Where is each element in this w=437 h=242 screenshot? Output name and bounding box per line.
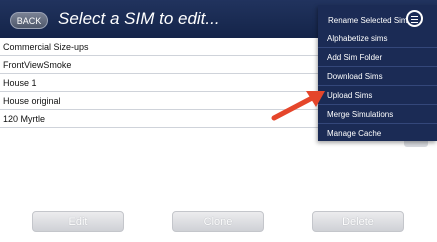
delete-button[interactable]: Delete [312, 211, 404, 232]
menu-item-label: Upload Sims [327, 91, 373, 100]
annotation-arrow-icon [271, 91, 325, 121]
hamburger-icon [411, 21, 418, 23]
menu-item-label: Rename Selected Sim [328, 16, 408, 25]
hamburger-icon [411, 18, 418, 20]
menu-item-label: Alphabetize sims [327, 34, 388, 43]
menu-item-manage-cache[interactable]: Manage Cache [318, 124, 437, 143]
menu-item-label: Merge Simulations [327, 110, 394, 119]
menu-item-download-sims[interactable]: Download Sims [318, 67, 437, 86]
menu-item-merge-simulations[interactable]: Merge Simulations [318, 105, 437, 124]
menu-item-label: Manage Cache [327, 129, 382, 138]
edit-button[interactable]: Edit [32, 211, 124, 232]
page-title: Select a SIM to edit... [58, 9, 220, 28]
menu-item-label: Add Sim Folder [327, 53, 383, 62]
menu-item-alphabetize-sims[interactable]: Alphabetize sims [318, 29, 437, 48]
menu-button[interactable] [406, 10, 423, 27]
menu-item-label: Download Sims [327, 72, 383, 81]
back-button[interactable]: BACK [10, 12, 48, 29]
clone-button[interactable]: Clone [172, 211, 264, 232]
menu-item-add-sim-folder[interactable]: Add Sim Folder [318, 48, 437, 67]
menu-item-upload-sims[interactable]: Upload Sims [318, 86, 437, 105]
hamburger-icon [411, 15, 418, 17]
